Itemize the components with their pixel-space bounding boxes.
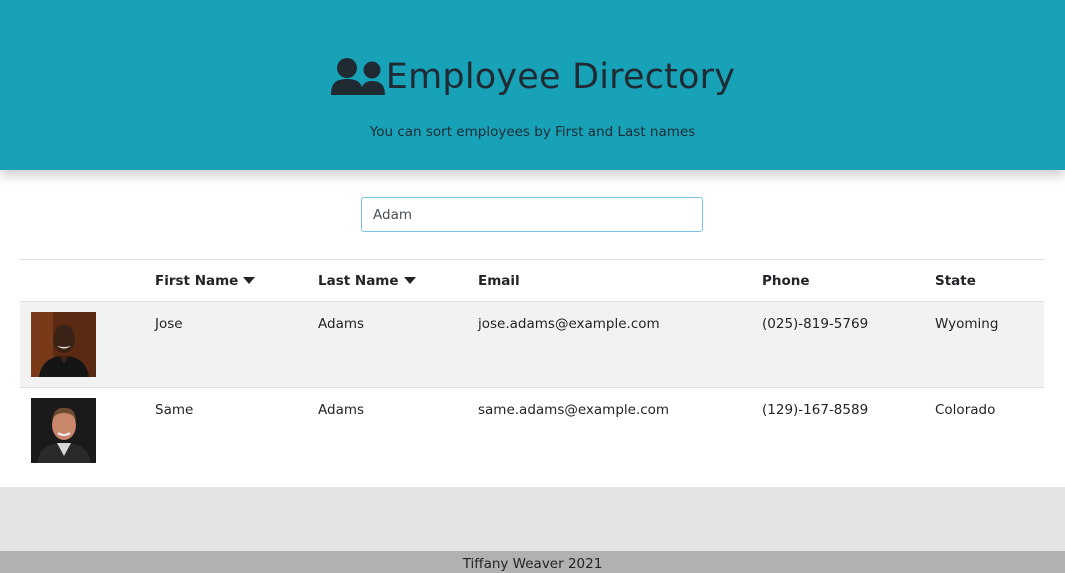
email-cell: jose.adams@example.com — [478, 301, 762, 388]
email-cell: same.adams@example.com — [478, 387, 762, 474]
last-name-cell: Adams — [318, 301, 478, 388]
phone-cell: (129)-167-8589 — [762, 387, 935, 474]
photo-cell — [20, 301, 155, 388]
header-phone: Phone — [762, 259, 935, 302]
page-header: Employee Directory You can sort employee… — [0, 0, 1065, 170]
header-first-name[interactable]: First Name — [155, 259, 318, 302]
title-row: Employee Directory — [0, 52, 1065, 102]
table-row: Same Adams same.adams@example.com (129)-… — [20, 387, 1044, 474]
state-cell: Wyoming — [935, 301, 1044, 388]
last-name-cell: Adams — [318, 387, 478, 474]
table-body: Jose Adams jose.adams@example.com (025)-… — [20, 301, 1044, 474]
table-header: First Name Last Name Email Phone State — [20, 259, 1044, 302]
header-first-name-label: First Name — [155, 272, 239, 289]
header-email: Email — [478, 259, 762, 302]
employee-table: First Name Last Name Email Phone State J… — [20, 259, 1044, 474]
header-photo — [20, 259, 155, 302]
page-title: Employee Directory — [385, 57, 736, 97]
users-icon — [330, 57, 386, 97]
phone-cell: (025)-819-5769 — [762, 301, 935, 388]
sort-first-name-icon[interactable] — [243, 277, 256, 284]
photo-cell — [20, 387, 155, 474]
search-container — [361, 197, 703, 232]
page-subtitle: You can sort employees by First and Last… — [369, 124, 696, 140]
header-state: State — [935, 259, 1044, 302]
first-name-cell: Jose — [155, 301, 318, 388]
search-input[interactable] — [361, 197, 703, 232]
table-row: Jose Adams jose.adams@example.com (025)-… — [20, 301, 1044, 388]
header-last-name-label: Last Name — [318, 272, 399, 289]
main-content: First Name Last Name Email Phone State — [0, 170, 1065, 487]
first-name-cell: Same — [155, 387, 318, 474]
employee-photo — [31, 312, 96, 377]
sort-last-name-icon[interactable] — [403, 277, 416, 284]
employee-photo — [31, 398, 96, 463]
state-cell: Colorado — [935, 387, 1044, 474]
page-footer: Tiffany Weaver 2021 — [0, 551, 1065, 573]
header-last-name[interactable]: Last Name — [318, 259, 478, 302]
table-header-row: First Name Last Name Email Phone State — [20, 259, 1044, 302]
